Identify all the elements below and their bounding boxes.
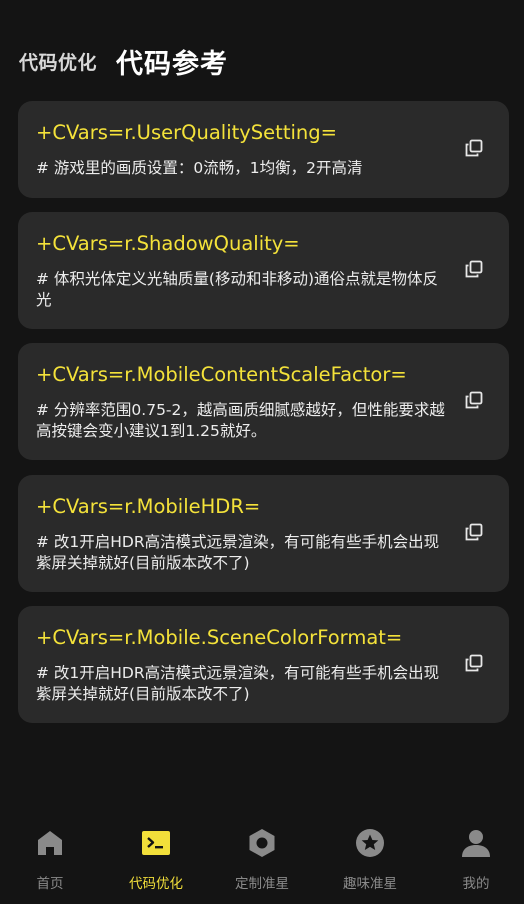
- nav-label: 我的: [462, 876, 490, 892]
- copy-icon[interactable]: [465, 523, 483, 541]
- star-icon: [356, 829, 384, 857]
- code-description: # 体积光体定义光轴质量(移动和非移动)通俗点就是物体反光: [36, 270, 439, 309]
- code-card: +CVars=r.MobileHDR= # 改1开启HDR高洁模式远景渲染，有可…: [18, 475, 509, 592]
- hexagon-icon: [249, 829, 275, 857]
- app-screen: 代码优化 代码参考 +CVars=r.UserQualitySetting= #…: [0, 0, 524, 904]
- code-description: # 改1开启HDR高洁模式远景渲染，有可能有些手机会出现紫屏关掉就好(目前版本改…: [36, 533, 440, 572]
- nav-label: 首页: [36, 876, 64, 892]
- nav-item-fun-crosshair[interactable]: 趣味准星: [318, 828, 422, 894]
- nav-item-home[interactable]: 首页: [0, 828, 102, 894]
- code-card: +CVars=r.MobileContentScaleFactor= # 分辨率…: [18, 343, 509, 460]
- nav-item-code-optimize[interactable]: 代码优化: [104, 828, 208, 894]
- code-card: +CVars=r.ShadowQuality= # 体积光体定义光轴质量(移动和…: [18, 212, 509, 329]
- code-snippet: +CVars=r.Mobile.SceneColorFormat=: [36, 626, 403, 649]
- code-snippet: +CVars=r.UserQualitySetting=: [36, 121, 337, 144]
- nav-item-custom-crosshair[interactable]: 定制准星: [210, 828, 314, 894]
- code-snippet: +CVars=r.MobileContentScaleFactor=: [36, 363, 407, 386]
- code-snippet: +CVars=r.ShadowQuality=: [36, 232, 300, 255]
- tab-code-optimize[interactable]: 代码优化: [19, 48, 97, 75]
- copy-icon[interactable]: [465, 139, 483, 157]
- nav-label: 趣味准星: [343, 876, 397, 892]
- code-card: +CVars=r.UserQualitySetting= # 游戏里的画质设置：…: [18, 101, 509, 198]
- top-tab-bar: 代码优化 代码参考: [0, 40, 524, 80]
- code-description: # 改1开启HDR高洁模式远景渲染，有可能有些手机会出现紫屏关掉就好(目前版本改…: [36, 664, 440, 703]
- code-snippet: +CVars=r.MobileHDR=: [36, 495, 261, 518]
- copy-icon[interactable]: [465, 260, 483, 278]
- code-description: # 分辨率范围0.75-2，越高画质细腻感越好，但性能要求越高按键会变小建议1到…: [36, 401, 445, 440]
- terminal-icon: [142, 831, 170, 855]
- bottom-nav-bar: 首页 代码优化 定制准星 趣味准星 我的: [0, 812, 524, 904]
- home-icon: [38, 831, 62, 855]
- code-description: # 游戏里的画质设置：0流畅，1均衡，2开高清: [36, 159, 363, 177]
- tab-code-reference[interactable]: 代码参考: [116, 42, 228, 81]
- nav-label: 代码优化: [129, 876, 183, 892]
- copy-icon[interactable]: [465, 391, 483, 409]
- person-icon: [462, 830, 490, 857]
- nav-item-mine[interactable]: 我的: [424, 828, 524, 894]
- copy-icon[interactable]: [465, 654, 483, 672]
- code-card: +CVars=r.Mobile.SceneColorFormat= # 改1开启…: [18, 606, 509, 723]
- nav-label: 定制准星: [235, 876, 289, 892]
